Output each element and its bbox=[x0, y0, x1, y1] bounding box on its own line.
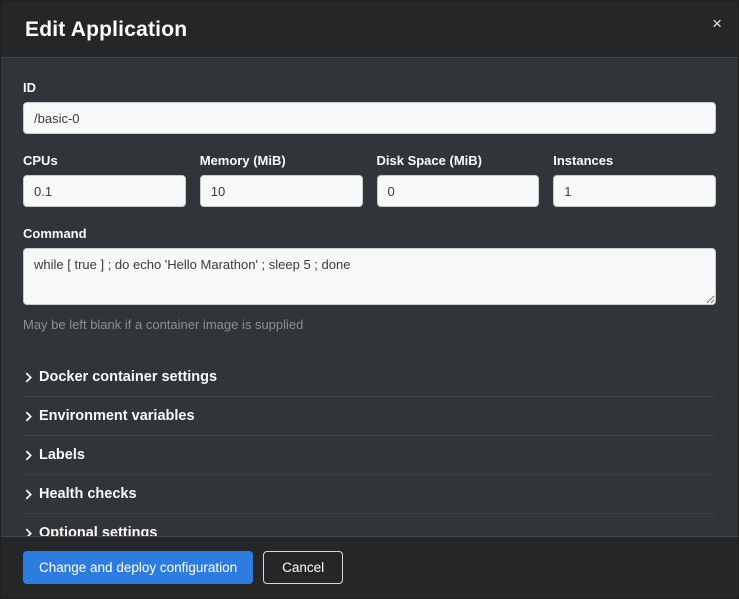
id-field-group: ID bbox=[23, 80, 716, 134]
memory-label: Memory (MiB) bbox=[200, 153, 363, 168]
section-label: Environment variables bbox=[39, 408, 195, 424]
disk-space-input[interactable] bbox=[377, 175, 540, 207]
command-help-text: May be left blank if a container image i… bbox=[23, 317, 716, 332]
chevron-right-icon bbox=[23, 528, 39, 536]
instances-label: Instances bbox=[553, 153, 716, 168]
chevron-right-icon bbox=[23, 411, 39, 422]
section-label: Optional settings bbox=[39, 525, 157, 536]
command-input[interactable]: while [ true ] ; do echo 'Hello Marathon… bbox=[23, 248, 716, 305]
edit-application-modal: Edit Application × ID CPUs Memory (MiB) … bbox=[0, 0, 739, 599]
page-title: Edit Application bbox=[25, 18, 714, 42]
id-label: ID bbox=[23, 80, 716, 95]
resources-row: CPUs Memory (MiB) Disk Space (MiB) Insta… bbox=[23, 153, 716, 207]
memory-field-group: Memory (MiB) bbox=[200, 153, 363, 207]
instances-field-group: Instances bbox=[553, 153, 716, 207]
instances-input[interactable] bbox=[553, 175, 716, 207]
section-labels[interactable]: Labels bbox=[23, 435, 716, 474]
disk-space-label: Disk Space (MiB) bbox=[377, 153, 540, 168]
command-label: Command bbox=[23, 226, 716, 241]
cancel-button[interactable]: Cancel bbox=[263, 551, 343, 585]
modal-body: ID CPUs Memory (MiB) Disk Space (MiB) In… bbox=[1, 58, 738, 536]
section-health-checks[interactable]: Health checks bbox=[23, 474, 716, 513]
collapsible-sections: Docker container settings Environment va… bbox=[23, 358, 716, 536]
section-docker-container-settings[interactable]: Docker container settings bbox=[23, 358, 716, 396]
section-optional-settings[interactable]: Optional settings bbox=[23, 513, 716, 536]
chevron-right-icon bbox=[23, 450, 39, 461]
change-and-deploy-button[interactable]: Change and deploy configuration bbox=[23, 551, 253, 585]
cpus-label: CPUs bbox=[23, 153, 186, 168]
id-input[interactable] bbox=[23, 102, 716, 134]
section-label: Labels bbox=[39, 447, 85, 463]
modal-footer: Change and deploy configuration Cancel bbox=[1, 536, 738, 599]
cpus-input[interactable] bbox=[23, 175, 186, 207]
disk-space-field-group: Disk Space (MiB) bbox=[377, 153, 540, 207]
section-environment-variables[interactable]: Environment variables bbox=[23, 396, 716, 435]
modal-header: Edit Application × bbox=[1, 1, 738, 58]
cpus-field-group: CPUs bbox=[23, 153, 186, 207]
command-field-group: Command while [ true ] ; do echo 'Hello … bbox=[23, 226, 716, 332]
chevron-right-icon bbox=[23, 489, 39, 500]
section-label: Health checks bbox=[39, 486, 137, 502]
section-label: Docker container settings bbox=[39, 369, 217, 385]
memory-input[interactable] bbox=[200, 175, 363, 207]
close-icon[interactable]: × bbox=[712, 15, 722, 32]
chevron-right-icon bbox=[23, 372, 39, 383]
